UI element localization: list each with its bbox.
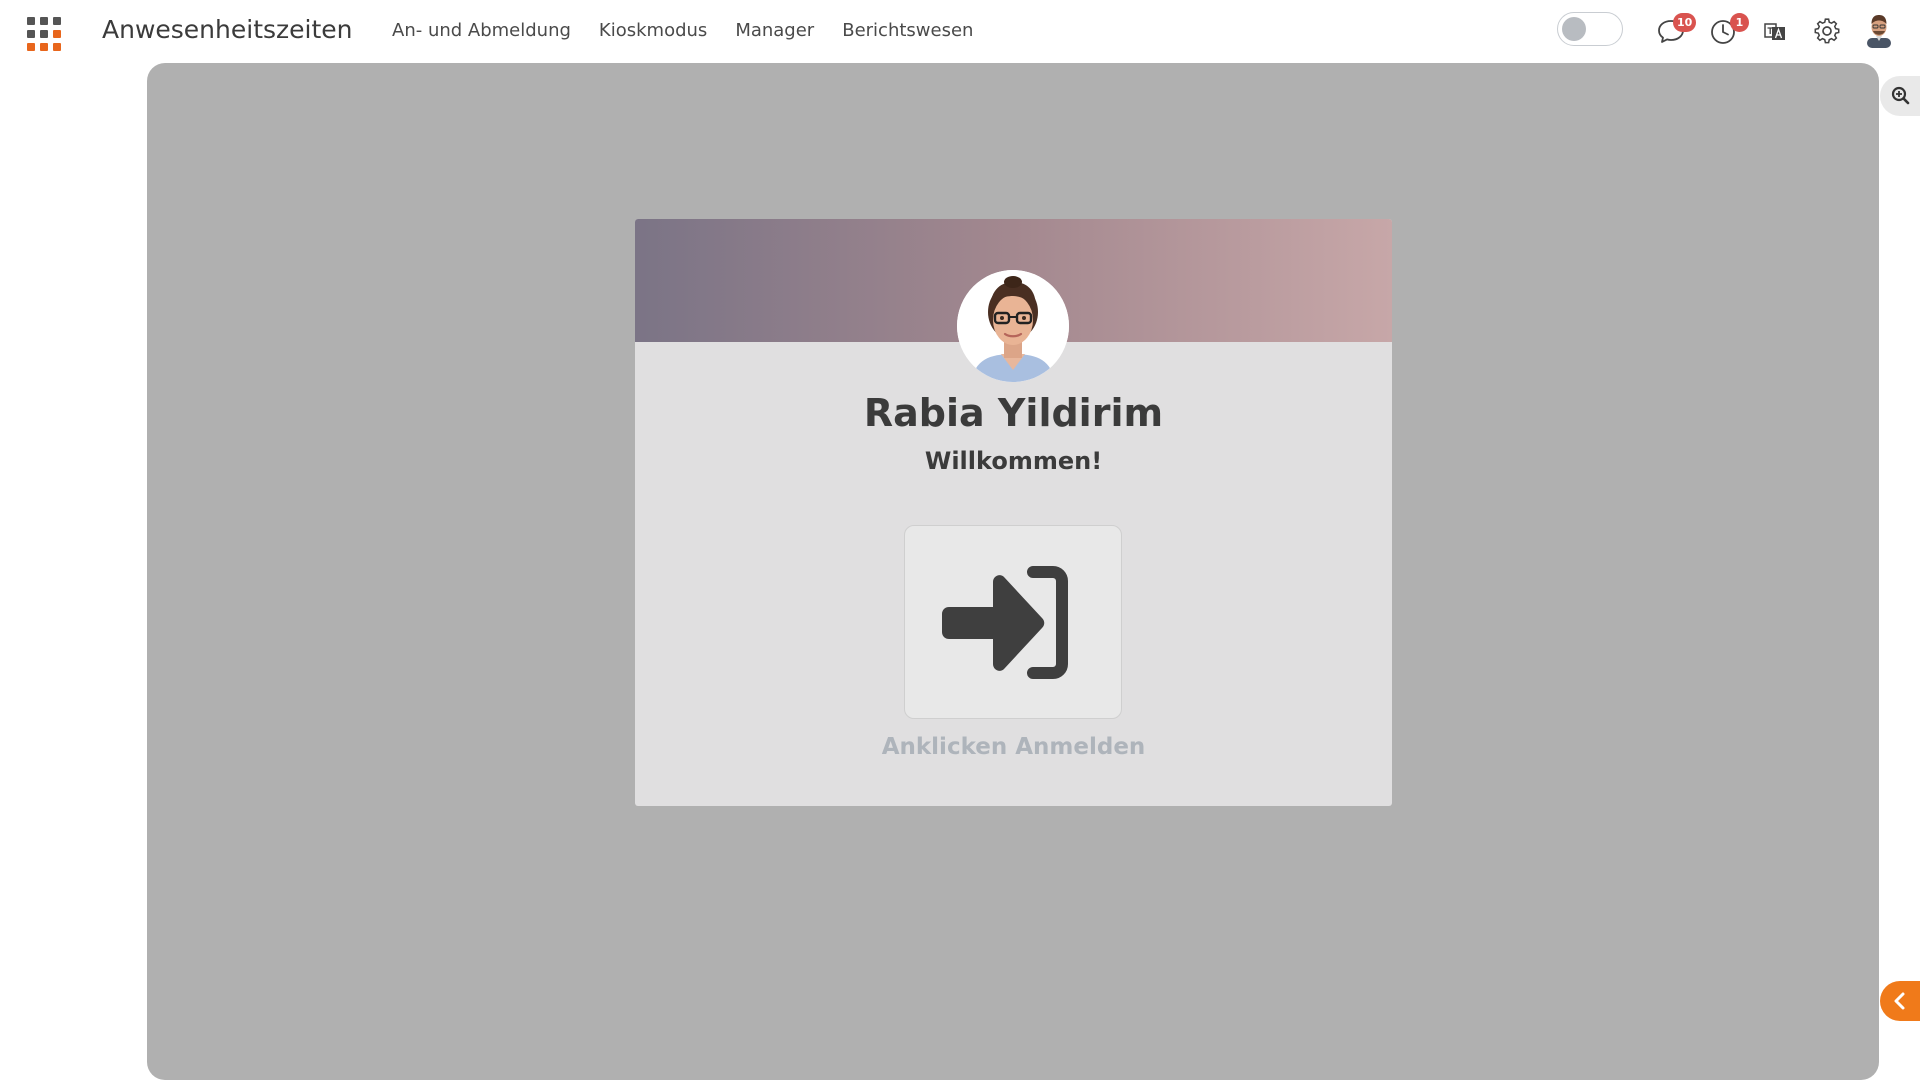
chat-button[interactable]: 10: [1656, 13, 1697, 46]
user-name: Rabia Yildirim: [863, 391, 1164, 435]
top-bar: Anwesenheitszeiten An- und Abmeldung Kio…: [0, 0, 1920, 62]
welcome-message: Willkommen!: [924, 447, 1103, 475]
main-nav: An- und Abmeldung Kioskmodus Manager Ber…: [392, 20, 973, 41]
welcome-card: Rabia Yildirim Willkommen! Anklicken Anm…: [635, 219, 1392, 806]
apps-grid-icon[interactable]: [27, 17, 61, 51]
sign-in-icon: [942, 566, 1068, 679]
check-in-label[interactable]: Anklicken Anmelden: [635, 734, 1392, 760]
nav-item-manager[interactable]: Manager: [735, 20, 814, 41]
zoom-button[interactable]: [1880, 76, 1920, 116]
user-avatar[interactable]: [1862, 12, 1896, 48]
mode-toggle[interactable]: [1557, 12, 1623, 46]
profile-photo: [957, 270, 1069, 382]
settings-button[interactable]: [1812, 16, 1842, 46]
collapse-panel-button[interactable]: [1880, 981, 1920, 1021]
translate-icon: [1764, 23, 1785, 40]
app-title: Anwesenheitszeiten: [102, 15, 353, 44]
toggle-knob: [1562, 17, 1586, 41]
language-button[interactable]: [1761, 16, 1791, 46]
clock-badge: 1: [1730, 13, 1749, 32]
nav-item-an-und-abmeldung[interactable]: An- und Abmeldung: [392, 20, 571, 41]
nav-item-kioskmodus[interactable]: Kioskmodus: [599, 20, 707, 41]
nav-item-berichtswesen[interactable]: Berichtswesen: [842, 20, 973, 41]
time-button[interactable]: 1: [1709, 13, 1749, 46]
chevron-left-icon: [1894, 992, 1905, 1010]
check-in-button[interactable]: [904, 525, 1122, 719]
gear-icon: [1814, 18, 1840, 44]
chat-badge: 10: [1673, 13, 1697, 32]
zoom-in-icon: [1891, 86, 1910, 105]
